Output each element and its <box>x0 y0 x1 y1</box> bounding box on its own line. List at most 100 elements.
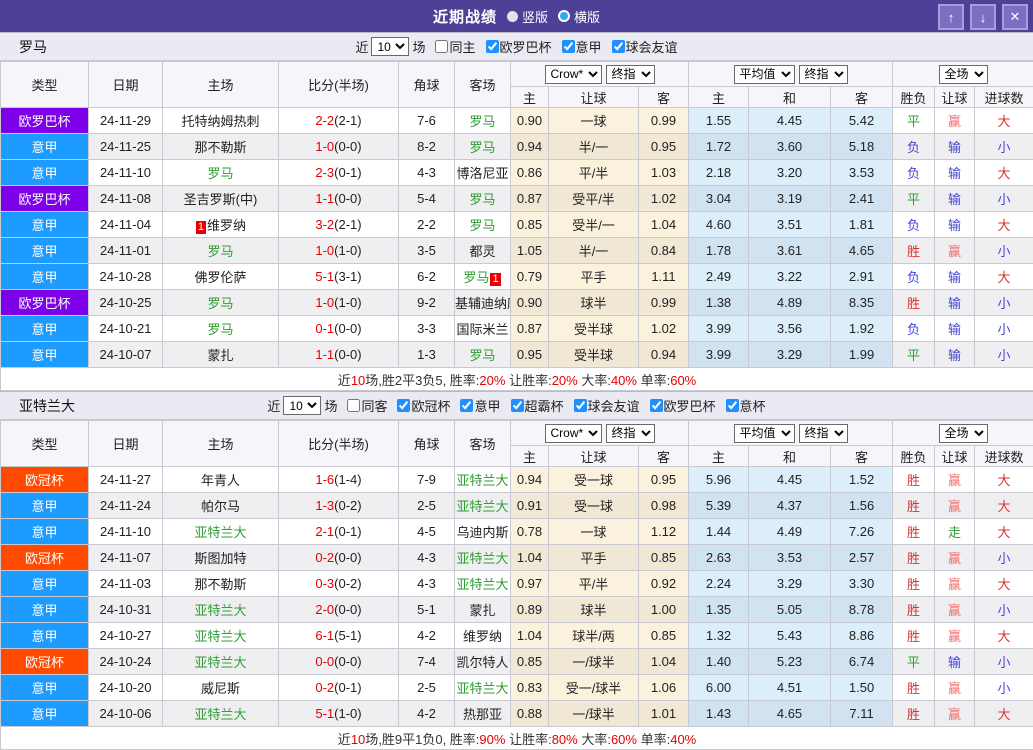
filter-checkbox[interactable] <box>574 399 587 412</box>
column-header: 日期 <box>89 62 163 108</box>
cell-result: 平 <box>893 342 935 368</box>
cell-result: 胜 <box>893 571 935 597</box>
avg-time-select[interactable]: 终指 <box>799 65 848 84</box>
cell-away-team: 国际米兰 <box>455 316 511 342</box>
move-down-button[interactable]: ↓ <box>970 4 996 30</box>
cell-competition: 欧冠杯 <box>1 545 89 571</box>
team-link: 蒙扎 <box>469 603 495 618</box>
filter-checkbox[interactable] <box>650 399 663 412</box>
team-link: 佛罗伦萨 <box>194 270 246 285</box>
cell-result: 赢 <box>935 545 975 571</box>
cell-odds: 1.02 <box>639 316 689 342</box>
cell-odds: 1.44 <box>689 519 749 545</box>
fulltime-group-header: 全场 <box>893 62 1033 87</box>
match-row: 意甲24-11-041维罗纳3-2(2-1)2-2罗马0.85受半/一1.044… <box>1 212 1033 238</box>
match-row: 意甲24-11-10罗马2-3(0-1)4-3博洛尼亚0.86平/半1.032.… <box>1 160 1033 186</box>
match-count-select[interactable]: 10 <box>371 37 409 56</box>
odds-source-select[interactable]: Crow* <box>545 65 602 84</box>
odds-time-select[interactable]: 终指 <box>606 424 655 443</box>
move-up-button[interactable]: ↑ <box>938 4 964 30</box>
cell-result: 大 <box>975 701 1033 727</box>
match-row: 欧冠杯24-11-07斯图加特0-2(0-0)4-3亚特兰大1.04平手0.85… <box>1 545 1033 571</box>
layout-radio-horizontal[interactable]: 横版 <box>558 7 600 26</box>
cell-result: 赢 <box>935 623 975 649</box>
fulltime-score: 0-2 <box>315 680 334 695</box>
radio-icon[interactable] <box>558 10 570 22</box>
cell-result: 输 <box>935 212 975 238</box>
radio-icon[interactable] <box>507 11 518 22</box>
cell-result: 赢 <box>935 238 975 264</box>
cell-result: 小 <box>975 597 1033 623</box>
column-header: 类型 <box>1 421 89 467</box>
filter-checkbox-item[interactable]: 意杯 <box>719 396 766 415</box>
cell-result: 走 <box>935 519 975 545</box>
filter-checkbox[interactable] <box>726 399 739 412</box>
cell-home-team: 1维罗纳 <box>163 212 279 238</box>
cell-home-team: 罗马 <box>163 238 279 264</box>
team-link: 罗马 <box>469 192 495 207</box>
filter-checkbox-item[interactable]: 球会友谊 <box>567 396 640 415</box>
cell-away-team: 罗马1 <box>455 264 511 290</box>
cell-odds: 受一球 <box>549 467 639 493</box>
column-header: 客场 <box>455 62 511 108</box>
cell-away-team: 罗马 <box>455 134 511 160</box>
fulltime-score: 1-0 <box>315 295 334 310</box>
filter-checkbox[interactable] <box>397 399 410 412</box>
cell-score: 2-2(2-1) <box>279 108 399 134</box>
sub-column-header: 让球 <box>935 87 975 108</box>
filter-checkbox-item[interactable]: 欧罗巴杯 <box>479 37 552 56</box>
filter-checkbox[interactable] <box>562 40 575 53</box>
avg-time-select[interactable]: 终指 <box>799 424 848 443</box>
team-link: 那不勒斯 <box>194 577 246 592</box>
close-button[interactable]: ✕ <box>1002 4 1028 30</box>
team-link: 亚特兰大 <box>194 655 246 670</box>
column-header: 日期 <box>89 421 163 467</box>
filter-checkbox[interactable] <box>486 40 499 53</box>
filter-checkbox-item[interactable]: 欧罗巴杯 <box>643 396 716 415</box>
cell-result: 大 <box>975 623 1033 649</box>
filter-checkbox-item[interactable]: 意甲 <box>555 37 602 56</box>
filter-checkbox[interactable] <box>460 399 473 412</box>
filter-checkbox[interactable] <box>511 399 524 412</box>
cell-odds: 1.55 <box>689 108 749 134</box>
team-link: 亚特兰大 <box>456 551 508 566</box>
cell-result: 胜 <box>893 597 935 623</box>
fulltime-score: 0-0 <box>315 654 334 669</box>
filter-checkbox[interactable] <box>347 399 360 412</box>
filter-checkbox-item[interactable]: 球会友谊 <box>605 37 678 56</box>
filter-checkbox-item[interactable]: 同客 <box>340 396 387 415</box>
filter-checkbox-item[interactable]: 欧冠杯 <box>390 396 450 415</box>
filter-checkbox-item[interactable]: 超霸杯 <box>504 396 564 415</box>
filter-checkbox-item[interactable]: 意甲 <box>453 396 500 415</box>
cell-result: 负 <box>893 212 935 238</box>
fulltime-score: 5-1 <box>315 269 334 284</box>
halftime-score: (1-0) <box>334 243 361 258</box>
cell-odds: 半/一 <box>549 238 639 264</box>
cell-odds: 球半/两 <box>549 623 639 649</box>
odds-time-select[interactable]: 终指 <box>606 65 655 84</box>
cell-result: 小 <box>975 649 1033 675</box>
filter-checkbox[interactable] <box>612 40 625 53</box>
avg-source-select[interactable]: 平均值 <box>734 424 795 443</box>
cell-away-team: 罗马 <box>455 186 511 212</box>
summary-row: 近10场,胜2平3负5, 胜率:20% 让胜率:20% 大率:40% 单率:60… <box>1 368 1033 391</box>
dialog-title: 近期战绩 <box>433 6 497 27</box>
column-header: 角球 <box>399 62 455 108</box>
team-link: 威尼斯 <box>201 681 240 696</box>
fulltime-score: 1-3 <box>315 498 334 513</box>
avg-source-select[interactable]: 平均值 <box>734 65 795 84</box>
layout-radio-vertical[interactable]: 竖版 <box>507 7 548 26</box>
filter-checkbox-item[interactable]: 同主 <box>428 37 475 56</box>
summary-text: 近 <box>338 373 351 388</box>
match-count-select[interactable]: 10 <box>283 396 321 415</box>
fulltime-select[interactable]: 全场 <box>939 424 988 443</box>
column-header: 比分(半场) <box>279 421 399 467</box>
average-group-header: 平均值终指 <box>689 421 893 446</box>
cell-odds: 4.65 <box>831 238 893 264</box>
filter-checkbox-label: 同主 <box>449 37 475 56</box>
fulltime-select[interactable]: 全场 <box>939 65 988 84</box>
cell-away-team: 亚特兰大 <box>455 571 511 597</box>
summary-row: 近10场,胜9平1负0, 胜率:90% 让胜率:80% 大率:60% 单率:40… <box>1 727 1033 750</box>
odds-source-select[interactable]: Crow* <box>545 424 602 443</box>
filter-checkbox[interactable] <box>435 40 448 53</box>
